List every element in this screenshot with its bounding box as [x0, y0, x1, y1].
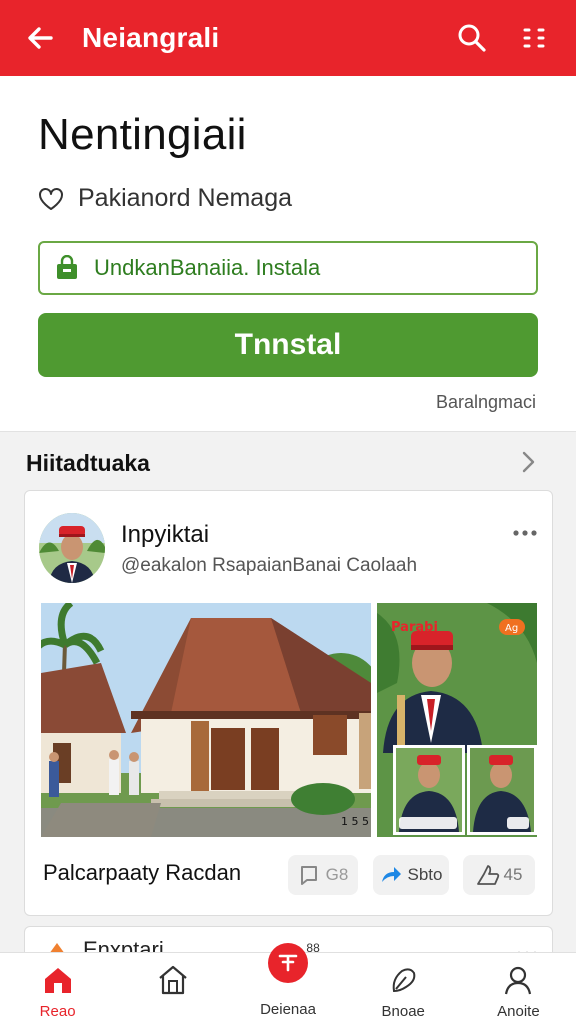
share-icon: [380, 864, 402, 886]
comment-count: G8: [325, 865, 349, 884]
post-author-name[interactable]: Inpyiktai: [121, 521, 209, 549]
post-photo-house[interactable]: 1 5 5: [41, 603, 371, 837]
post-caption: Palcarpaaty Racdan: [43, 860, 242, 885]
create-icon: [268, 943, 308, 983]
notice-text: UndkanBanaiia. Instala: [94, 255, 321, 280]
nav-label-profile: Anoite: [497, 1003, 540, 1020]
like-button[interactable]: 45: [463, 855, 535, 895]
post-photo-collage[interactable]: Parabi Ag: [377, 603, 537, 837]
menu-icon[interactable]: [512, 16, 556, 60]
post-card[interactable]: Inpyiktai @eakalon RsapaianBanai Caolaah: [24, 490, 553, 916]
nav-label-home: Reao: [39, 1003, 76, 1020]
shopping-bag-icon: [54, 254, 80, 281]
share-label: Sbto: [407, 865, 443, 884]
search-icon[interactable]: [450, 16, 494, 60]
thumbs-up-icon: [476, 864, 499, 886]
nav-label-explore: Bnoae: [381, 1003, 425, 1020]
install-button[interactable]: Tnnstal: [38, 313, 538, 377]
install-notice: UndkanBanaiia. Instala: [38, 241, 538, 295]
more-options-icon[interactable]: [512, 525, 538, 536]
developer-row[interactable]: Pakianord Nemaga: [38, 184, 292, 213]
share-button[interactable]: Sbto: [373, 855, 449, 895]
explore-icon: [386, 963, 420, 997]
nav-item-explore[interactable]: Bnoae: [346, 953, 461, 1024]
bottom-navigation: Reao 88 Deienaa Bnoae Anoite: [0, 941, 576, 1024]
arrow-left-icon[interactable]: [20, 18, 60, 58]
developer-name[interactable]: Pakianord Nemaga: [78, 184, 292, 213]
section-title: Hiitadtuaka: [26, 450, 150, 476]
collage-badge: Ag: [505, 623, 518, 634]
nav-item-profile[interactable]: Anoite: [461, 953, 576, 1024]
meta-link[interactable]: Baralngmaci: [436, 392, 536, 413]
chevron-right-icon[interactable]: [516, 449, 540, 475]
nav-label-create: Deienaa: [260, 1001, 316, 1018]
photo-main-badge: 1 5 5: [341, 815, 369, 828]
comment-button[interactable]: G8: [288, 855, 358, 895]
app-bar-title: Neiangrali: [82, 22, 220, 53]
house-outline-icon: [156, 963, 190, 997]
collage-label: Parabi: [391, 620, 438, 635]
home-filled-icon: [41, 963, 75, 997]
app-name: Nentingiaii: [38, 110, 247, 159]
app-header-card: Nentingiaii Pakianord Nemaga UndkanBanai…: [0, 76, 576, 432]
post-author-handle: @eakalon RsapaianBanai Caolaah: [121, 555, 418, 576]
like-count: 45: [503, 865, 523, 884]
heart-icon[interactable]: [38, 186, 64, 212]
nav-item-create[interactable]: 88 Deienaa: [230, 941, 345, 1024]
nav-item-home[interactable]: Reao: [0, 953, 115, 1024]
create-badge: 88: [306, 941, 320, 955]
top-app-bar: Neiangrali: [0, 0, 576, 76]
comment-icon: [298, 864, 320, 886]
profile-icon: [501, 963, 535, 997]
nav-item-house[interactable]: [115, 953, 230, 1024]
avatar[interactable]: [39, 513, 105, 583]
